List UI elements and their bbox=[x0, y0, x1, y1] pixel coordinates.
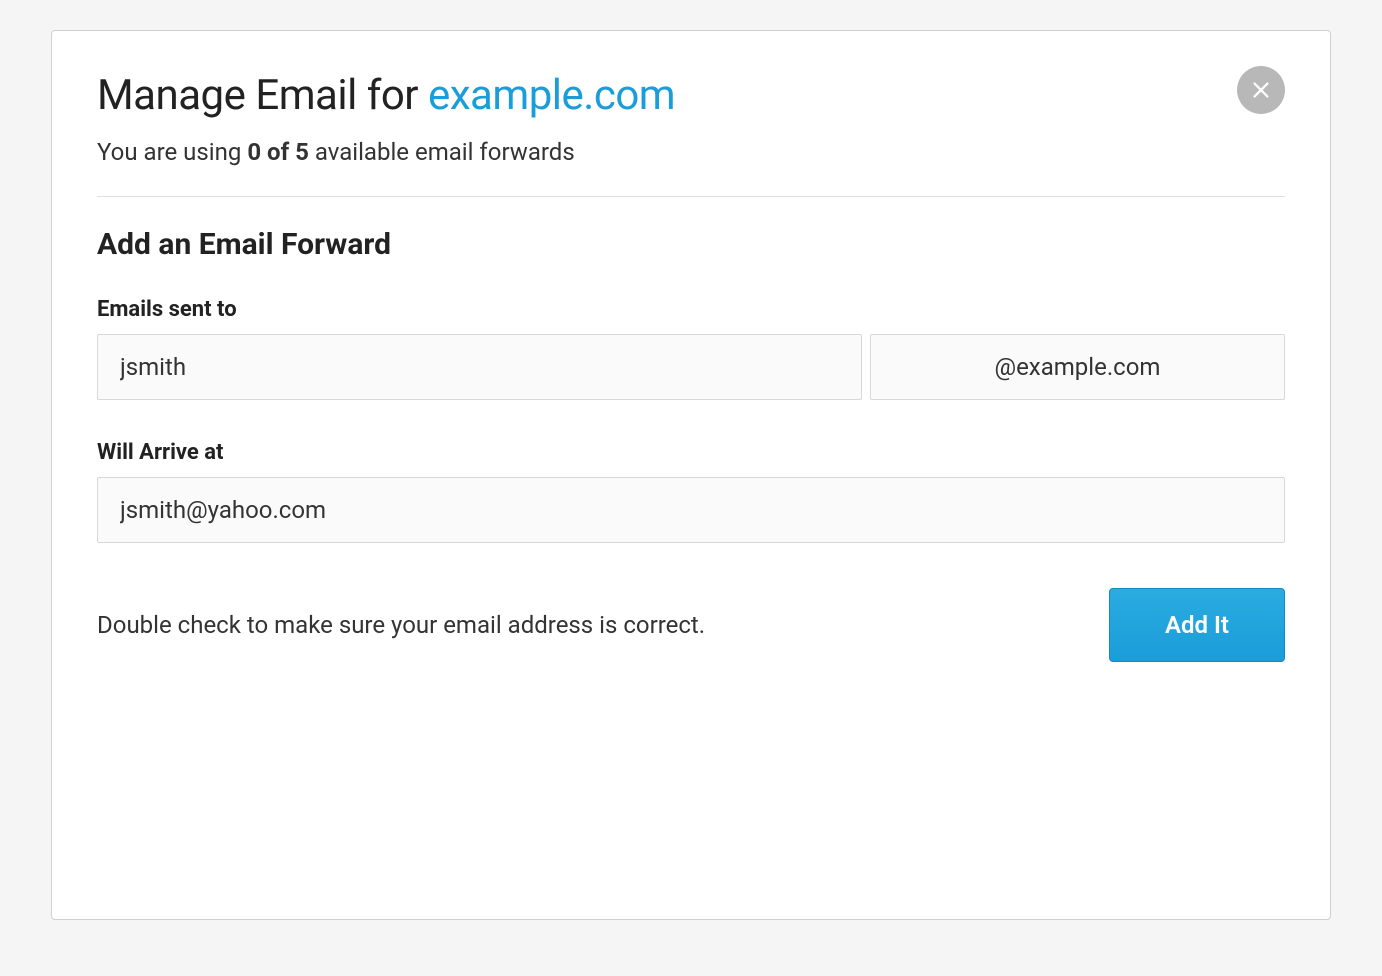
section-title: Add an Email Forward bbox=[97, 227, 1285, 262]
usage-text: You are using 0 of 5 available email for… bbox=[97, 138, 1285, 166]
domain-link[interactable]: example.com bbox=[428, 71, 675, 120]
will-arrive-input[interactable] bbox=[97, 477, 1285, 543]
will-arrive-label: Will Arrive at bbox=[97, 440, 1285, 465]
emails-sent-to-label: Emails sent to bbox=[97, 297, 1285, 322]
emails-sent-to-row: @example.com bbox=[97, 334, 1285, 400]
close-button[interactable] bbox=[1237, 66, 1285, 114]
title-prefix: Manage Email for bbox=[97, 71, 428, 120]
usage-prefix: You are using bbox=[97, 138, 247, 166]
page-title: Manage Email for example.com bbox=[97, 71, 1285, 120]
usage-suffix: available email forwards bbox=[309, 138, 575, 166]
add-it-button[interactable]: Add It bbox=[1109, 588, 1285, 662]
hint-text: Double check to make sure your email add… bbox=[97, 611, 705, 639]
close-icon bbox=[1250, 79, 1272, 101]
manage-email-modal: Manage Email for example.com You are usi… bbox=[51, 30, 1331, 920]
domain-suffix: @example.com bbox=[870, 334, 1285, 400]
footer-row: Double check to make sure your email add… bbox=[97, 588, 1285, 662]
usage-count: 0 of 5 bbox=[247, 138, 309, 166]
emails-sent-to-input[interactable] bbox=[97, 334, 862, 400]
divider bbox=[97, 196, 1285, 197]
